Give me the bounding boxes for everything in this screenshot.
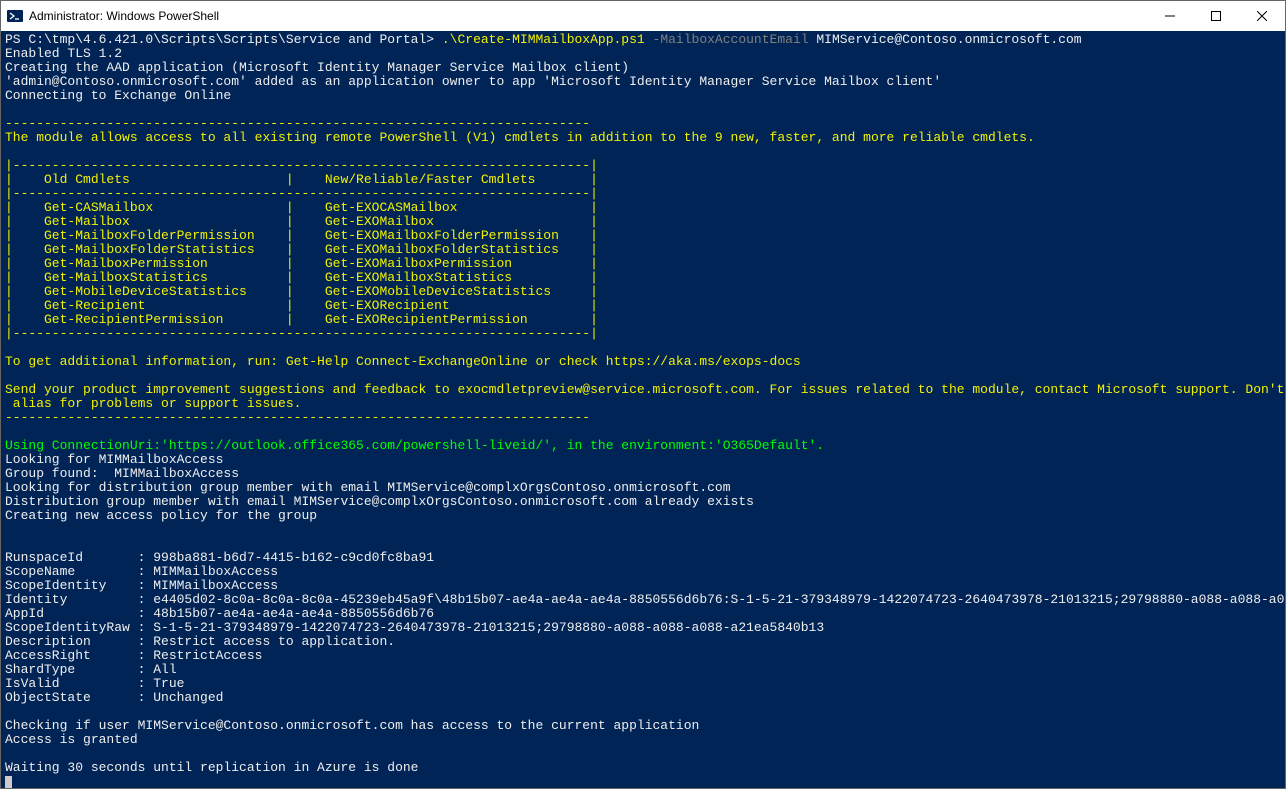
banner-table-row: | Get-MobileDeviceStatistics | Get-EXOMo… [5, 284, 598, 299]
policy-field: ScopeIdentityRaw : S-1-5-21-379348979-14… [5, 620, 824, 635]
banner-table-row: | Get-MailboxFolderStatistics | Get-EXOM… [5, 242, 598, 257]
prompt-param-value: MIMService@Contoso.onmicrosoft.com [816, 32, 1081, 47]
banner-info: alias for problems or support issues. [5, 396, 301, 411]
output-line: Waiting 30 seconds until replication in … [5, 760, 418, 775]
banner-table-row: | Get-MailboxFolderPermission | Get-EXOM… [5, 228, 598, 243]
close-button[interactable] [1239, 1, 1285, 31]
output-line: Distribution group member with email MIM… [5, 494, 754, 509]
banner-separator: ----------------------------------------… [5, 116, 590, 131]
banner-table-row: | Get-MailboxPermission | Get-EXOMailbox… [5, 256, 598, 271]
policy-field: AccessRight : RestrictAccess [5, 648, 262, 663]
banner-table-row: | Get-MailboxStatistics | Get-EXOMailbox… [5, 270, 598, 285]
powershell-icon [7, 8, 23, 24]
banner-table-border: |---------------------------------------… [5, 186, 598, 201]
banner-table-border: |---------------------------------------… [5, 158, 598, 173]
banner-table-row: | Get-Mailbox | Get-EXOMailbox | [5, 214, 598, 229]
output-line: Looking for MIMMailboxAccess [5, 452, 223, 467]
prompt-param-name: -MailboxAccountEmail [653, 32, 817, 47]
policy-field: AppId : 48b15b07-ae4a-ae4a-ae4a-8850556d… [5, 606, 434, 621]
output-line: Access is granted [5, 732, 138, 747]
cursor [5, 776, 12, 788]
output-line: Connecting to Exchange Online [5, 88, 231, 103]
policy-field: Identity : e4405d02-8c0a-8c0a-8c0a-45239… [5, 592, 1285, 607]
output-line: Creating the AAD application (Microsoft … [5, 60, 629, 75]
policy-field: ScopeIdentity : MIMMailboxAccess [5, 578, 278, 593]
banner-info: Send your product improvement suggestion… [5, 382, 1285, 397]
window-controls [1147, 1, 1285, 31]
policy-field: RunspaceId : 998ba881-b6d7-4415-b162-c9c… [5, 550, 434, 565]
banner-table-row: | Get-CASMailbox | Get-EXOCASMailbox | [5, 200, 598, 215]
window-title: Administrator: Windows PowerShell [29, 9, 219, 23]
output-line: Checking if user MIMService@Contoso.onmi… [5, 718, 699, 733]
policy-field: ScopeName : MIMMailboxAccess [5, 564, 278, 579]
banner-table-row: | Get-Recipient | Get-EXORecipient | [5, 298, 598, 313]
output-line: Group found: MIMMailboxAccess [5, 466, 239, 481]
prompt-prefix: PS C:\tmp\4.6.421.0\Scripts\Scripts\Serv… [5, 32, 442, 47]
policy-field: ObjectState : Unchanged [5, 690, 223, 705]
banner-separator: ----------------------------------------… [5, 410, 590, 425]
banner-table-row: | Get-RecipientPermission | Get-EXORecip… [5, 312, 598, 327]
powershell-window: Administrator: Windows PowerShell PS C:\… [0, 0, 1286, 789]
banner-table-header: | Old Cmdlets | New/Reliable/Faster Cmdl… [5, 172, 598, 187]
output-line: Creating new access policy for the group [5, 508, 317, 523]
banner-intro: The module allows access to all existing… [5, 130, 1035, 145]
policy-field: ShardType : All [5, 662, 177, 677]
banner-table-border: |---------------------------------------… [5, 326, 598, 341]
policy-field: Description : Restrict access to applica… [5, 634, 395, 649]
prompt-command: .\Create-MIMMailboxApp.ps1 [442, 32, 653, 47]
output-line: 'admin@Contoso.onmicrosoft.com' added as… [5, 74, 941, 89]
banner-info: To get additional information, run: Get-… [5, 354, 801, 369]
policy-field: IsValid : True [5, 676, 184, 691]
connection-uri: Using ConnectionUri:'https://outlook.off… [5, 438, 824, 453]
terminal-output[interactable]: PS C:\tmp\4.6.421.0\Scripts\Scripts\Serv… [1, 31, 1285, 788]
minimize-button[interactable] [1147, 1, 1193, 31]
maximize-button[interactable] [1193, 1, 1239, 31]
output-line: Enabled TLS 1.2 [5, 46, 122, 61]
output-line: Looking for distribution group member wi… [5, 480, 731, 495]
titlebar[interactable]: Administrator: Windows PowerShell [1, 1, 1285, 31]
